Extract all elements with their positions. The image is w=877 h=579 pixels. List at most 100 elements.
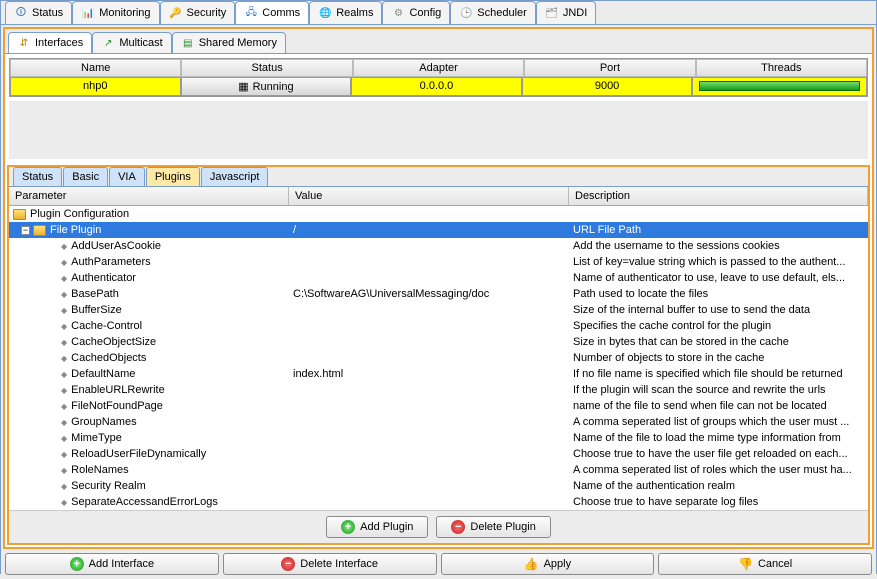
- subtab-multicast[interactable]: ↗Multicast: [92, 32, 171, 53]
- param-cacheobjectsize[interactable]: ◆CacheObjectSizeSize in bytes that can b…: [9, 334, 868, 350]
- status-icon: 🛈: [14, 6, 28, 20]
- hdr-description[interactable]: Description: [569, 187, 868, 205]
- bullet-icon: ◆: [61, 498, 67, 507]
- param-enableurlrewrite[interactable]: ◆EnableURLRewriteIf the plugin will scan…: [9, 382, 868, 398]
- param-reloaduserfiledynamically[interactable]: ◆ReloadUserFileDynamicallyChoose true to…: [9, 446, 868, 462]
- param-adduserascookie[interactable]: ◆AddUserAsCookieAdd the username to the …: [9, 238, 868, 254]
- comms-icon: 🖧: [244, 6, 258, 20]
- plugin-buttons: + Add Plugin − Delete Plugin: [9, 510, 868, 543]
- add-plugin-button[interactable]: + Add Plugin: [326, 516, 428, 538]
- cancel-button[interactable]: Cancel: [658, 553, 872, 575]
- bullet-icon: ◆: [61, 322, 67, 331]
- bullet-icon: ◆: [61, 434, 67, 443]
- tree-root[interactable]: Plugin Configuration: [9, 206, 868, 222]
- tab-status[interactable]: 🛈Status: [5, 1, 72, 24]
- bullet-icon: ◆: [61, 370, 67, 379]
- shared-memory-icon: ▤: [181, 36, 195, 50]
- param-cache-control[interactable]: ◆Cache-ControlSpecifies the cache contro…: [9, 318, 868, 334]
- param-cachedobjects[interactable]: ◆CachedObjectsNumber of objects to store…: [9, 350, 868, 366]
- plus-icon: +: [341, 520, 355, 534]
- multicast-icon: ↗: [101, 36, 115, 50]
- interfaces-icon: ⇵: [17, 36, 31, 50]
- param-security realm[interactable]: ◆Security RealmName of the authenticatio…: [9, 478, 868, 494]
- col-name[interactable]: Name: [10, 59, 181, 77]
- bullet-icon: ◆: [61, 482, 67, 491]
- tab-config[interactable]: ⚙Config: [382, 1, 450, 24]
- delete-plugin-button[interactable]: − Delete Plugin: [436, 516, 550, 538]
- detailtab-javascript[interactable]: Javascript: [201, 167, 269, 186]
- bullet-icon: ◆: [61, 338, 67, 347]
- bullet-icon: ◆: [61, 466, 67, 475]
- plugin-tree[interactable]: Plugin Configuration−File Plugin/URL Fil…: [9, 206, 868, 510]
- param-mimetype[interactable]: ◆MimeTypeName of the file to load the mi…: [9, 430, 868, 446]
- param-authparameters[interactable]: ◆AuthParametersList of key=value string …: [9, 254, 868, 270]
- bullet-icon: ◆: [61, 450, 67, 459]
- subtab-shared-memory[interactable]: ▤Shared Memory: [172, 32, 286, 53]
- tab-scheduler[interactable]: 🕒Scheduler: [450, 1, 536, 24]
- bottom-buttons: + Add Interface − Delete Interface Apply…: [1, 549, 876, 579]
- tab-jndi[interactable]: 🗂JNDI: [536, 1, 596, 24]
- config-icon: ⚙: [391, 6, 405, 20]
- hdr-value[interactable]: Value: [289, 187, 569, 205]
- param-buffersize[interactable]: ◆BufferSizeSize of the internal buffer t…: [9, 302, 868, 318]
- realms-icon: 🌐: [318, 6, 332, 20]
- tab-realms[interactable]: 🌐Realms: [309, 1, 382, 24]
- if-port: 9000: [522, 77, 693, 96]
- param-separateaccessanderrorlogs[interactable]: ◆SeparateAccessandErrorLogsChoose true t…: [9, 494, 868, 510]
- main-tabs: 🛈Status📊Monitoring🔑Security🖧Comms🌐Realms…: [1, 1, 876, 25]
- col-threads[interactable]: Threads: [696, 59, 867, 77]
- app-window: 🛈Status📊Monitoring🔑Security🖧Comms🌐Realms…: [0, 0, 877, 574]
- spacer: [9, 101, 868, 159]
- add-interface-button[interactable]: + Add Interface: [5, 553, 219, 575]
- if-adapter: 0.0.0.0: [351, 77, 522, 96]
- param-rolenames[interactable]: ◆RoleNamesA comma seperated list of role…: [9, 462, 868, 478]
- param-filenotfoundpage[interactable]: ◆FileNotFoundPagename of the file to sen…: [9, 398, 868, 414]
- folder-icon: [33, 225, 46, 236]
- col-status[interactable]: Status: [181, 59, 352, 77]
- interfaces-table: Name Status Adapter Port Threads nhp0 ▦ …: [9, 58, 868, 97]
- col-port[interactable]: Port: [524, 59, 695, 77]
- plugin-columns: Parameter Value Description: [9, 187, 868, 206]
- monitoring-icon: 📊: [81, 6, 95, 20]
- param-basepath[interactable]: ◆BasePathC:\SoftwareAG\UniversalMessagin…: [9, 286, 868, 302]
- interface-row[interactable]: nhp0 ▦ Running 0.0.0.0 9000: [10, 77, 867, 96]
- subtab-interfaces[interactable]: ⇵Interfaces: [8, 32, 92, 53]
- detail-tabs: StatusBasicVIAPluginsJavascript: [9, 167, 868, 187]
- tree-file-plugin[interactable]: −File Plugin/URL File Path: [9, 222, 868, 238]
- col-adapter[interactable]: Adapter: [353, 59, 524, 77]
- collapse-icon[interactable]: −: [21, 226, 30, 235]
- hdr-parameter[interactable]: Parameter: [9, 187, 289, 205]
- bullet-icon: ◆: [61, 306, 67, 315]
- param-authenticator[interactable]: ◆AuthenticatorName of authenticator to u…: [9, 270, 868, 286]
- bullet-icon: ◆: [61, 386, 67, 395]
- interface-detail: StatusBasicVIAPluginsJavascript Paramete…: [7, 165, 870, 545]
- bullet-icon: ◆: [61, 242, 67, 251]
- tab-monitoring[interactable]: 📊Monitoring: [72, 1, 159, 24]
- detailtab-via[interactable]: VIA: [109, 167, 145, 186]
- apply-button[interactable]: Apply: [441, 553, 655, 575]
- interfaces-header: Name Status Adapter Port Threads: [10, 59, 867, 77]
- bullet-icon: ◆: [61, 290, 67, 299]
- scheduler-icon: 🕒: [459, 6, 473, 20]
- bullet-icon: ◆: [61, 402, 67, 411]
- threads-bar: [699, 81, 860, 91]
- folder-icon: [13, 209, 26, 220]
- thumb-up-icon: [524, 557, 539, 571]
- jndi-icon: 🗂: [545, 6, 559, 20]
- delete-interface-button[interactable]: − Delete Interface: [223, 553, 437, 575]
- detailtab-status[interactable]: Status: [13, 167, 62, 186]
- running-icon: ▦: [238, 80, 248, 93]
- tab-security[interactable]: 🔑Security: [160, 1, 236, 24]
- bullet-icon: ◆: [61, 258, 67, 267]
- if-name: nhp0: [10, 77, 181, 96]
- if-threads: [692, 77, 867, 96]
- detailtab-plugins[interactable]: Plugins: [146, 167, 200, 186]
- minus-icon: −: [451, 520, 465, 534]
- bullet-icon: ◆: [61, 418, 67, 427]
- param-groupnames[interactable]: ◆GroupNamesA comma seperated list of gro…: [9, 414, 868, 430]
- detailtab-basic[interactable]: Basic: [63, 167, 108, 186]
- tab-comms[interactable]: 🖧Comms: [235, 1, 309, 24]
- param-defaultname[interactable]: ◆DefaultNameindex.htmlIf no file name is…: [9, 366, 868, 382]
- thumb-down-icon: [738, 557, 753, 571]
- if-status: ▦ Running: [181, 77, 352, 96]
